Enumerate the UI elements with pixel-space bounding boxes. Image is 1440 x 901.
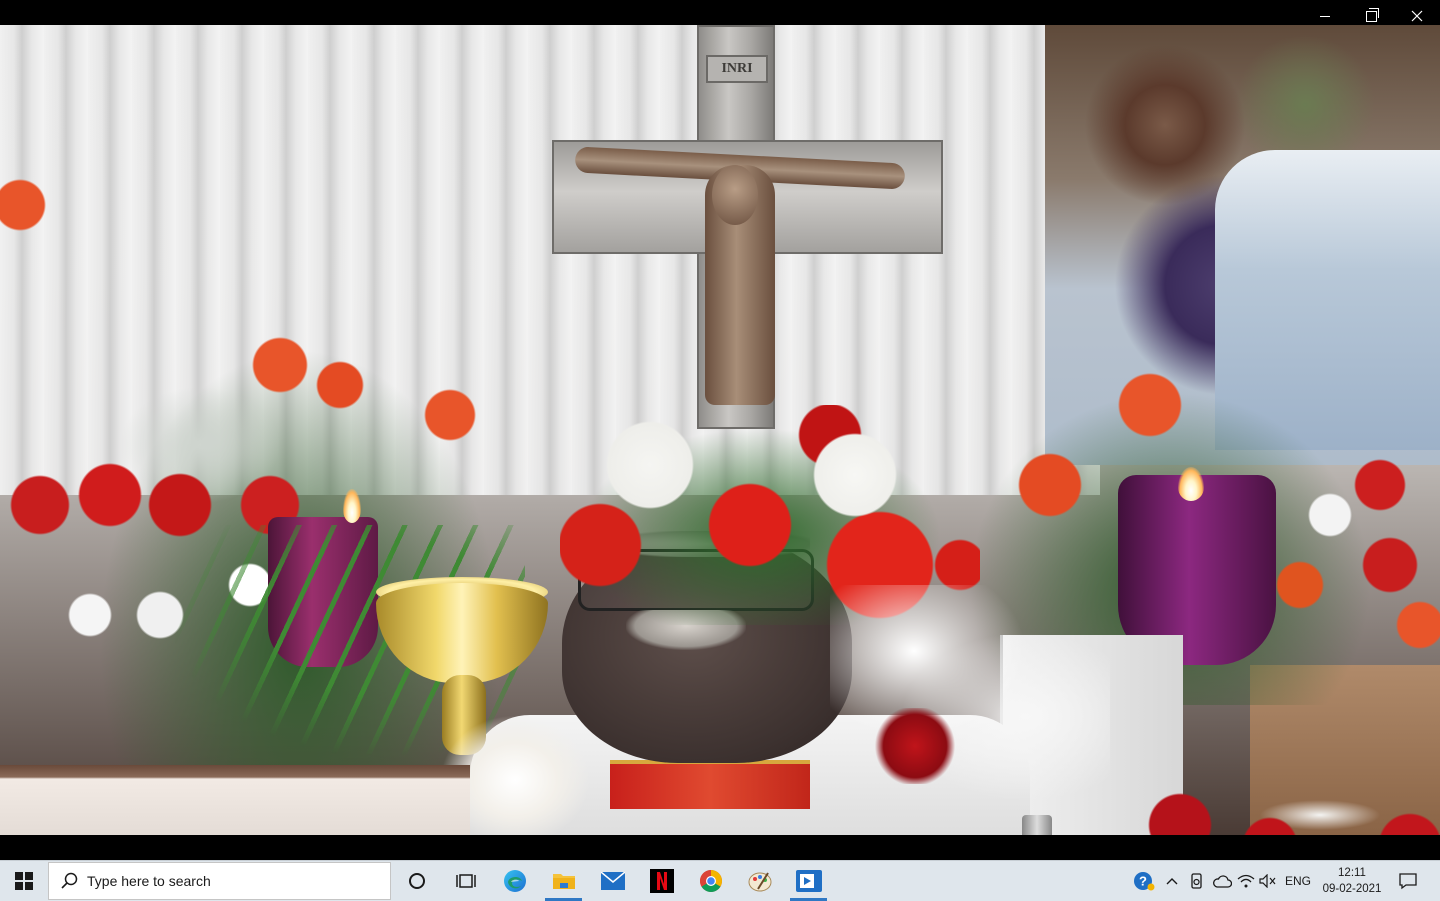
video-frame[interactable]: INRI (0, 25, 1440, 835)
onedrive-tray-button[interactable] (1209, 861, 1235, 901)
folder-icon (552, 874, 575, 889)
close-icon (1411, 10, 1423, 22)
help-tray-button[interactable]: ? (1130, 861, 1158, 901)
task-view-button[interactable] (441, 861, 490, 901)
casket-latch (1022, 815, 1052, 835)
cortana-icon (408, 873, 425, 889)
candle-flame-left (343, 489, 361, 523)
action-center-button[interactable] (1392, 861, 1424, 901)
clock-date: 09-02-2021 (1322, 883, 1382, 895)
start-button[interactable] (0, 861, 48, 901)
media-player-icon (795, 870, 822, 892)
device-tray-button[interactable] (1185, 861, 1209, 901)
restore-icon (1365, 7, 1379, 22)
edge-button[interactable] (490, 861, 539, 901)
language-label: ENG (1284, 874, 1311, 888)
chrome-button[interactable] (686, 861, 735, 901)
clock-time: 12:11 (1338, 867, 1366, 879)
notification-icon (1399, 873, 1417, 890)
paint-button[interactable] (735, 861, 784, 901)
candle-flame-right (1178, 467, 1204, 501)
media-player-button[interactable] (784, 861, 833, 901)
mail-button[interactable] (588, 861, 637, 901)
inri-plate: INRI (706, 55, 768, 83)
svg-text:?: ? (1139, 874, 1147, 889)
help-icon: ? (1134, 872, 1155, 891)
paint-icon (748, 872, 771, 892)
input-language-button[interactable]: ENG (1281, 861, 1315, 901)
show-hidden-icons-button[interactable] (1160, 861, 1184, 901)
volume-muted-icon (1259, 874, 1276, 888)
phone-link-icon (1191, 873, 1202, 889)
cortana-button[interactable] (392, 861, 441, 901)
search-placeholder: Type here to search (87, 873, 211, 889)
casket-front (0, 765, 470, 835)
chevron-up-icon (1166, 878, 1178, 885)
search-icon (61, 872, 78, 889)
netflix-button[interactable] (637, 861, 686, 901)
clock-button[interactable]: 12:11 09-02-2021 (1318, 861, 1386, 901)
minimize-icon (1320, 15, 1330, 17)
wifi-icon (1237, 874, 1255, 888)
chrome-icon (699, 870, 722, 892)
file-explorer-button[interactable] (539, 861, 588, 901)
edge-icon (503, 870, 526, 892)
taskbar: Type here to search ? ENG 12:11 09-02-20… (0, 860, 1440, 901)
corpus-head (712, 165, 758, 225)
mail-icon (600, 872, 625, 890)
red-roses-bottom (1120, 785, 1440, 835)
taskbar-search-box[interactable]: Type here to search (48, 862, 391, 900)
red-stole (610, 760, 810, 809)
volume-tray-button[interactable] (1257, 861, 1279, 901)
task-view-icon (455, 874, 476, 888)
network-tray-button[interactable] (1235, 861, 1257, 901)
windows-icon (15, 872, 33, 890)
red-rose (872, 708, 958, 784)
netflix-icon (649, 869, 674, 893)
letterbox-bottom (0, 835, 1440, 860)
cloud-icon (1213, 875, 1232, 888)
